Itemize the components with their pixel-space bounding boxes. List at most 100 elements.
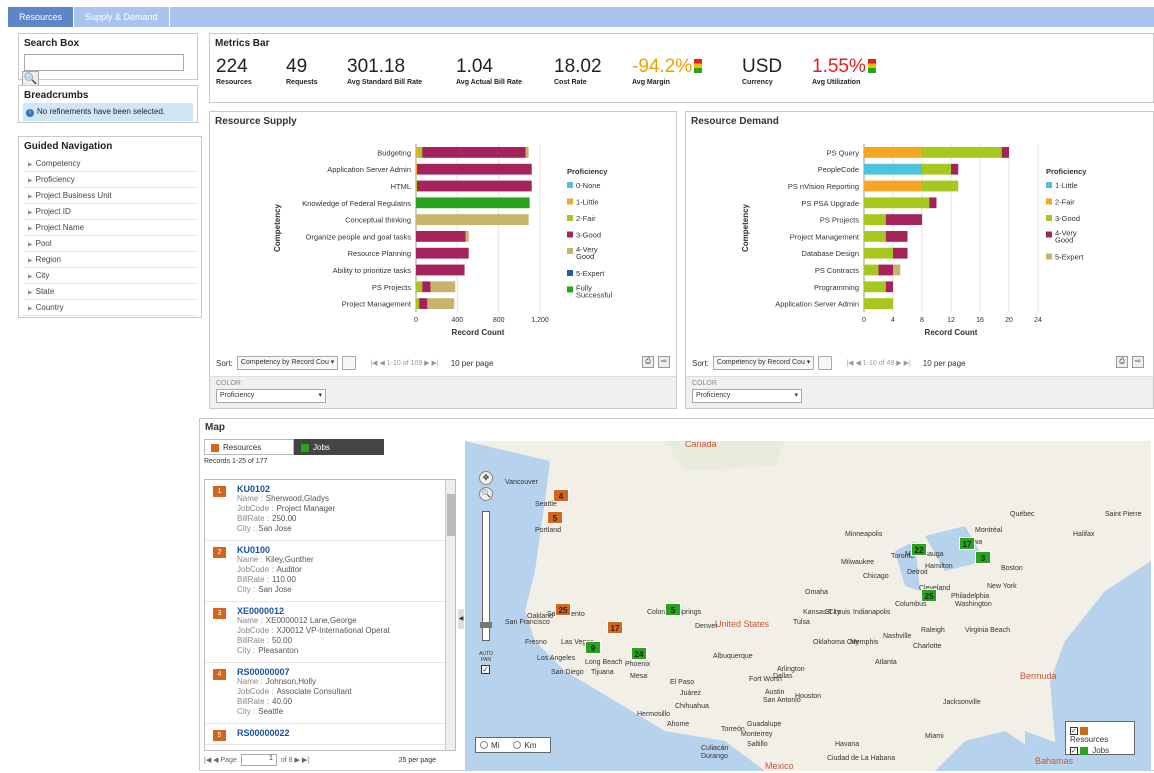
map-marker[interactable]: 9 [585,641,601,654]
guided-nav-item[interactable]: ▶ Region [23,252,197,268]
bar-segment[interactable] [416,180,418,192]
bar-segment[interactable] [864,163,922,175]
bar-segment[interactable] [416,231,466,242]
bar-segment[interactable] [1001,147,1009,158]
bar-segment[interactable] [416,197,530,209]
bar-segment[interactable] [417,180,532,192]
bar-segment[interactable] [864,298,893,309]
bar-segment[interactable] [416,298,420,309]
bar-segment[interactable] [951,163,959,175]
bar-segment[interactable] [427,298,455,309]
record-id-link[interactable]: KU0100 [237,545,455,555]
zoom-icon[interactable]: 🔍 [479,487,493,501]
zoom-slider[interactable] [480,511,492,641]
demand-pager[interactable]: |◀ ◀ 1-10 of 49 ▶ ▶| [846,359,910,367]
record-id-link[interactable]: RS00000022 [237,728,455,738]
bar-segment[interactable] [416,247,469,259]
search-input[interactable] [24,54,184,71]
map-marker[interactable]: 22 [911,543,927,556]
list-item[interactable]: 1 KU0102 Name : Sherwood,Gladys JobCode : Pro… [205,480,455,541]
km-radio[interactable] [513,741,522,749]
bar-segment[interactable] [864,147,922,158]
bar-segment[interactable] [416,214,529,225]
bar-segment[interactable] [864,281,886,293]
mi-radio[interactable] [480,741,488,749]
guided-nav-item[interactable]: ▶ Project Name [23,220,197,236]
bar-segment[interactable] [893,247,908,259]
list-item[interactable]: 2 KU0100 Name : Kiley,Gunther JobCode : Audit… [205,541,455,602]
record-list-scrollbar[interactable] [445,480,455,750]
guided-nav-item[interactable]: ▶ State [23,284,197,300]
first-page-icon[interactable]: |◀ ◀ [204,756,219,764]
tab-resources[interactable]: Resources [8,7,75,27]
guided-nav-item[interactable]: ▶ Project Business Unit [23,188,197,204]
bar-segment[interactable] [864,180,922,192]
map-marker[interactable]: 17 [607,621,623,634]
map-canvas[interactable]: Canada United States Mexico Bermuda Bahamas … [465,441,1151,771]
bar-segment[interactable] [893,264,901,276]
next-page-icon[interactable]: ▶ ▶| [294,756,309,764]
bar-segment[interactable] [929,197,937,209]
map-marker[interactable]: 4 [553,489,569,502]
record-id-link[interactable]: KU0102 [237,484,455,494]
bar-segment[interactable] [416,147,419,158]
guided-nav-item[interactable]: ▶ Proficiency [23,172,197,188]
list-item[interactable]: 5 RS00000022 [205,724,455,745]
bar-segment[interactable] [922,163,951,175]
bar-segment[interactable] [885,231,908,242]
guided-nav-item[interactable]: ▶ City [23,268,197,284]
supply-sort-select[interactable]: Competency by Record Cou ▾ [236,356,339,370]
bar-segment[interactable] [864,214,886,225]
map-marker[interactable]: 25 [921,589,937,602]
bar-segment[interactable] [416,264,465,276]
guided-nav-item[interactable]: ▶ Country [23,300,197,316]
map-tab-jobs[interactable]: Jobs [294,439,384,455]
list-item[interactable]: 4 RS00000007 Name : Johnson,Holly JobCode :A… [205,663,455,724]
bar-segment[interactable] [525,147,529,158]
tab-supply-demand[interactable]: Supply & Demand [74,7,170,27]
bar-segment[interactable] [416,163,418,175]
scrollbar-thumb[interactable] [447,494,455,536]
collapse-handle[interactable]: ◀ [458,609,464,629]
pan-control[interactable]: ✥ [479,471,493,485]
supply-color-select[interactable]: Proficiency ▾ [216,389,326,403]
legend-jobs-checkbox[interactable]: ✓ [1070,747,1078,755]
map-marker[interactable]: 5 [547,511,563,524]
export-icon[interactable]: ⇨ [1132,356,1144,368]
map-marker[interactable]: 5 [665,603,681,616]
bar-segment[interactable] [465,231,469,242]
map-marker[interactable]: 17 [959,537,975,550]
zoom-slider-thumb[interactable] [480,622,492,628]
bar-segment[interactable] [864,197,930,209]
record-id-link[interactable]: RS00000007 [237,667,455,677]
guided-nav-item[interactable]: ▶ Pool [23,236,197,252]
bar-segment[interactable] [419,298,428,309]
page-input[interactable]: 1 [240,754,277,766]
bar-segment[interactable] [416,281,423,293]
export-icon[interactable]: ⇨ [658,356,670,368]
bar-segment[interactable] [864,247,893,259]
list-item[interactable]: 3 XE0000012 Name : XE0000012 Lane,George Job… [205,602,455,663]
demand-sort-direction[interactable] [818,356,833,370]
bar-segment[interactable] [864,231,886,242]
demand-sort-select[interactable]: Competency by Record Cou ▾ [712,356,815,370]
bar-segment[interactable] [922,147,1002,158]
demand-color-select[interactable]: Proficiency ▾ [692,389,802,403]
bar-segment[interactable] [418,147,423,158]
bar-segment[interactable] [885,214,922,225]
map-marker[interactable]: 25 [555,603,571,616]
print-icon[interactable]: ⎙ [642,356,654,368]
supply-sort-direction[interactable] [342,356,357,370]
bar-segment[interactable] [864,264,879,276]
bar-segment[interactable] [922,180,959,192]
map-marker[interactable]: 24 [631,647,647,660]
bar-segment[interactable] [430,281,456,293]
guided-nav-item[interactable]: ▶ Competency [23,156,197,172]
bar-segment[interactable] [422,147,526,158]
bar-segment[interactable] [885,281,893,293]
legend-resources-checkbox[interactable]: ✓ [1070,727,1078,735]
map-tab-resources[interactable]: Resources [204,439,294,455]
bar-segment[interactable] [417,163,532,175]
print-icon[interactable]: ⎙ [1116,356,1128,368]
record-id-link[interactable]: XE0000012 [237,606,455,616]
